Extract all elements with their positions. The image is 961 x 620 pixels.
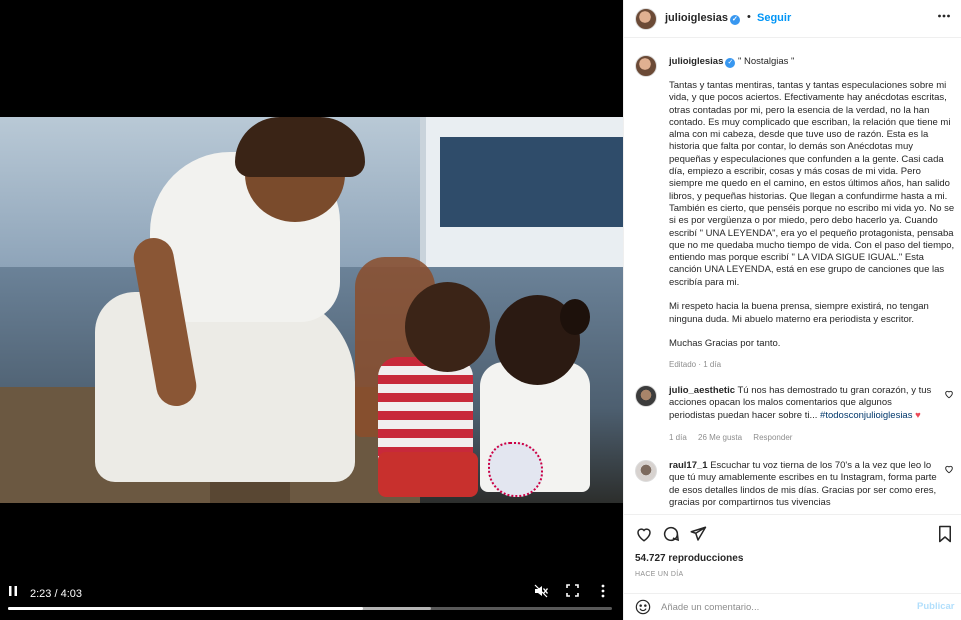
comment-avatar[interactable] [635, 385, 657, 407]
comment-meta: 1 día 26 Me gusta Responder [669, 433, 801, 442]
reply-button[interactable]: Responder [753, 433, 792, 442]
caption-meta: Editado · 1 día [669, 360, 722, 369]
post-date[interactable]: HACE UN DÍA [635, 571, 683, 578]
video-child-head [405, 282, 490, 372]
comment-text: raul17_1 Escuchar tu voz tierna de los 7… [669, 460, 937, 509]
caption-avatar[interactable] [635, 55, 657, 77]
bookmark-icon[interactable] [937, 525, 955, 543]
comment-like-heart-icon[interactable] [944, 464, 954, 477]
add-comment-bar: Publicar [624, 593, 961, 620]
fullscreen-icon[interactable] [566, 584, 579, 602]
comment-username[interactable]: julio_aesthetic [669, 385, 735, 396]
more-options-icon[interactable] [937, 9, 951, 26]
avatar[interactable] [635, 8, 657, 30]
video-man-hair [235, 117, 365, 177]
pause-icon[interactable] [8, 584, 18, 602]
comment-icon[interactable] [662, 525, 680, 543]
post-header: julioiglesias ✓ • Seguir [624, 0, 961, 38]
comment-avatar[interactable] [635, 460, 657, 482]
vertical-dots-icon[interactable] [600, 584, 606, 603]
video-background-boat-window [440, 137, 623, 227]
comment-input[interactable] [661, 599, 901, 615]
caption-title: " Nostalgias " [738, 56, 795, 67]
comment-like-heart-icon[interactable] [944, 389, 954, 402]
comment-text: julio_aesthetic Tú nos has demostrado tu… [669, 385, 937, 422]
video-duration: 4:03 [60, 588, 83, 600]
comment-age: 1 día [669, 433, 687, 442]
video-controls: 2:23 / 4:03 [0, 578, 623, 620]
publish-button[interactable]: Publicar [917, 601, 955, 612]
comment-likes[interactable]: 26 Me gusta [698, 433, 742, 442]
verified-badge-icon: ✓ [725, 58, 736, 68]
caption-body: Tantas y tantas mentiras, tantas y tanta… [669, 80, 955, 350]
caption-header: julioiglesias ✓ " Nostalgias " [669, 56, 794, 68]
comment-username[interactable]: raul17_1 [669, 460, 708, 471]
video-child-striped-shirt [378, 357, 473, 467]
heart-icon[interactable] [635, 525, 653, 543]
video-current-time: 2:23 [30, 588, 52, 600]
video-player[interactable]: 2:23 / 4:03 [0, 0, 623, 620]
video-child-shorts [378, 452, 478, 497]
video-candy-bag [488, 442, 543, 497]
video-progress-bar[interactable] [8, 607, 612, 610]
video-time: 2:23 / 4:03 [30, 585, 82, 603]
header-separator-dot: • [747, 11, 751, 23]
muted-speaker-icon[interactable] [534, 584, 549, 603]
verified-badge-icon: ✓ [729, 15, 740, 25]
comment-hashtag[interactable]: #todosconjulioiglesias [820, 410, 912, 421]
video-frame[interactable] [0, 117, 623, 503]
post-sidebar: julioiglesias ✓ • Seguir julioiglesias ✓ "… [623, 0, 961, 620]
views-count[interactable]: 54.727 reproducciones [635, 553, 743, 564]
video-girl-hair-bun [560, 299, 590, 335]
red-heart-emoji: ♥ [915, 409, 921, 421]
emoji-icon[interactable] [635, 599, 651, 615]
post-actions: 54.727 reproducciones HACE UN DÍA [624, 514, 961, 594]
header-username-text[interactable]: julioiglesias [665, 12, 728, 24]
video-time-separator: / [54, 588, 58, 600]
comment-body: Escuchar tu voz tierna de los 70's a la … [669, 460, 937, 508]
share-icon[interactable] [689, 525, 707, 543]
header-username[interactable]: julioiglesias ✓ [665, 12, 740, 25]
caption-username[interactable]: julioiglesias [669, 56, 723, 67]
follow-button[interactable]: Seguir [757, 12, 791, 24]
comments-section[interactable]: julioiglesias ✓ " Nostalgias " Tantas y t… [624, 38, 961, 514]
video-progress-fill [8, 607, 364, 610]
